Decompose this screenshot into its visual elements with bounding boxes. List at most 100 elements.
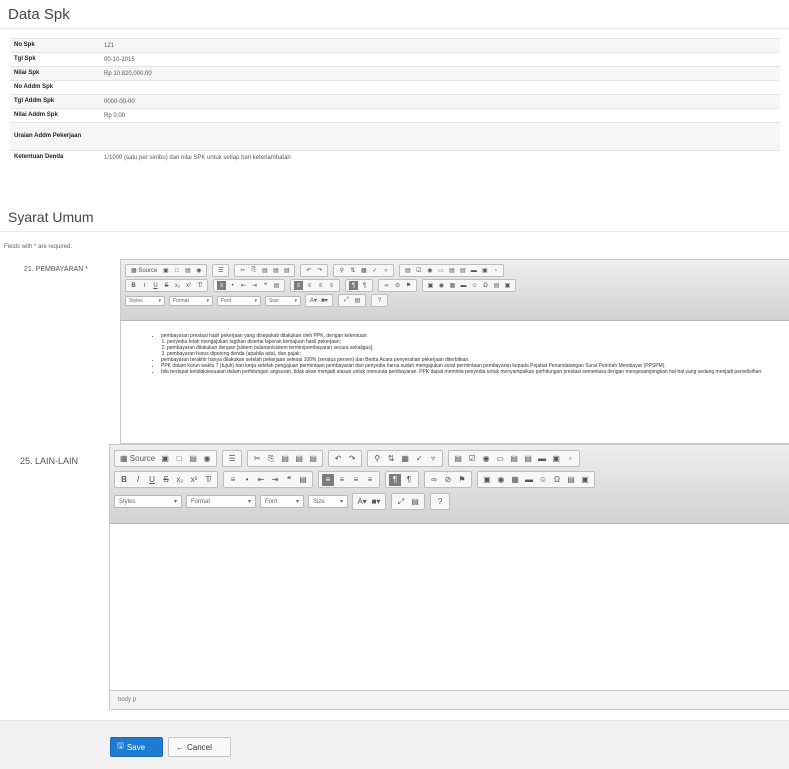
align-center-icon[interactable]: ≡ xyxy=(305,281,314,290)
editor-content-lain-lain[interactable] xyxy=(110,524,789,690)
outdent-icon[interactable]: ⇤ xyxy=(255,474,267,486)
templates-icon[interactable]: ☰ xyxy=(216,266,225,275)
paste-icon[interactable]: ▤ xyxy=(279,453,291,465)
textfield-icon[interactable]: ▭ xyxy=(436,266,445,275)
blockquote-icon[interactable]: ❝ xyxy=(261,281,270,290)
align-left-icon[interactable]: ≡ xyxy=(294,281,303,290)
source-button[interactable]: ▦ Source xyxy=(118,453,157,465)
editor-pembayaran[interactable]: ▦ Source ▣ □ ▤ ◉ ☰ ✂ ⎘ ▤ ▤ ▤ ↶ ↷ ⚲ ⇅ ▦ ✓ ▿ ▤ ☑ ◉ ▭ ▤ ▤ ▬ ▣ ▫ … xyxy=(120,259,789,444)
smiley-icon[interactable]: ☺ xyxy=(537,474,549,486)
align-right-icon[interactable]: ≡ xyxy=(350,474,362,486)
preview-icon[interactable]: ▤ xyxy=(183,266,192,275)
help-icon[interactable]: ? xyxy=(434,496,446,508)
undo-icon[interactable]: ↶ xyxy=(304,266,313,275)
smiley-icon[interactable]: ☺ xyxy=(470,281,479,290)
checkbox-icon[interactable]: ☑ xyxy=(466,453,478,465)
bg-color-icon[interactable]: ■▾ xyxy=(320,296,329,305)
replace-icon[interactable]: ⇅ xyxy=(348,266,357,275)
new-page-icon[interactable]: □ xyxy=(172,266,181,275)
bold-icon[interactable]: B xyxy=(129,281,138,290)
spellcheck-icon[interactable]: ✓ xyxy=(370,266,379,275)
save-icon[interactable]: ▣ xyxy=(159,453,171,465)
image-icon[interactable]: ▣ xyxy=(481,474,493,486)
image-button-icon[interactable]: ▣ xyxy=(480,266,489,275)
paste-icon[interactable]: ▤ xyxy=(260,266,269,275)
page-break-icon[interactable]: ▤ xyxy=(492,281,501,290)
radio-icon[interactable]: ◉ xyxy=(480,453,492,465)
text-color-icon[interactable]: A▾ xyxy=(309,296,318,305)
size-combo[interactable]: Size ▾ xyxy=(265,295,301,306)
copy-icon[interactable]: ⎘ xyxy=(265,453,277,465)
source-button[interactable]: ▦ Source xyxy=(129,266,159,275)
select-icon[interactable]: ▤ xyxy=(458,266,467,275)
save-icon[interactable]: ▣ xyxy=(161,266,170,275)
hidden-field-icon[interactable]: ▫ xyxy=(491,266,500,275)
strike-icon[interactable]: S xyxy=(162,281,171,290)
paste-text-icon[interactable]: ▤ xyxy=(271,266,280,275)
anchor-icon[interactable]: ⚑ xyxy=(456,474,468,486)
button-icon[interactable]: ▬ xyxy=(536,453,548,465)
blockquote-icon[interactable]: ❝ xyxy=(283,474,295,486)
new-page-icon[interactable]: □ xyxy=(173,453,185,465)
find-icon[interactable]: ⚲ xyxy=(337,266,346,275)
spellcheck-dropdown-icon[interactable]: ▿ xyxy=(381,266,390,275)
save-button[interactable]: 🖫 Save xyxy=(110,737,163,757)
templates-icon[interactable]: ☰ xyxy=(226,453,238,465)
help-icon[interactable]: ? xyxy=(375,296,384,305)
cut-icon[interactable]: ✂ xyxy=(251,453,263,465)
textarea-icon[interactable]: ▤ xyxy=(508,453,520,465)
font-combo[interactable]: Font ▾ xyxy=(217,295,261,306)
spellcheck-dropdown-icon[interactable]: ▿ xyxy=(427,453,439,465)
div-icon[interactable]: ▤ xyxy=(297,474,309,486)
hidden-field-icon[interactable]: ▫ xyxy=(564,453,576,465)
numbered-list-icon[interactable]: ≡ xyxy=(227,474,239,486)
button-icon[interactable]: ▬ xyxy=(469,266,478,275)
checkbox-icon[interactable]: ☑ xyxy=(414,266,423,275)
form-icon[interactable]: ▤ xyxy=(403,266,412,275)
special-char-icon[interactable]: Ω xyxy=(551,474,563,486)
subscript-icon[interactable]: x₂ xyxy=(174,474,186,486)
indent-icon[interactable]: ⇥ xyxy=(250,281,259,290)
ltr-icon[interactable]: ¶ xyxy=(349,281,358,290)
paste-text-icon[interactable]: ▤ xyxy=(293,453,305,465)
link-icon[interactable]: ∞ xyxy=(428,474,440,486)
table-icon[interactable]: ▦ xyxy=(509,474,521,486)
rtl-icon[interactable]: ¶ xyxy=(360,281,369,290)
ltr-icon[interactable]: ¶ xyxy=(389,473,401,486)
element-path[interactable]: body p xyxy=(110,690,789,709)
select-all-icon[interactable]: ▦ xyxy=(359,266,368,275)
numbered-list-icon[interactable]: ≡ xyxy=(217,281,226,290)
underline-icon[interactable]: U xyxy=(151,281,160,290)
editor-content-pembayaran[interactable]: pembayaran prestasi hasil pekerjaan yang… xyxy=(151,333,780,375)
page-break-icon[interactable]: ▤ xyxy=(565,474,577,486)
italic-icon[interactable]: I xyxy=(140,281,149,290)
flash-icon[interactable]: ◉ xyxy=(437,281,446,290)
underline-icon[interactable]: U xyxy=(146,474,158,486)
radio-icon[interactable]: ◉ xyxy=(425,266,434,275)
subscript-icon[interactable]: x₂ xyxy=(173,281,182,290)
print-icon[interactable]: ◉ xyxy=(201,453,213,465)
table-icon[interactable]: ▦ xyxy=(448,281,457,290)
superscript-icon[interactable]: x² xyxy=(184,281,193,290)
bulleted-list-icon[interactable]: • xyxy=(241,474,253,486)
textarea-icon[interactable]: ▤ xyxy=(447,266,456,275)
styles-combo[interactable]: Styles ▾ xyxy=(114,495,182,508)
strike-icon[interactable]: S xyxy=(160,474,172,486)
rtl-icon[interactable]: ¶ xyxy=(403,474,415,486)
show-blocks-icon[interactable]: ▤ xyxy=(409,496,421,508)
print-icon[interactable]: ◉ xyxy=(194,266,203,275)
horizontal-line-icon[interactable]: ▬ xyxy=(523,474,535,486)
show-blocks-icon[interactable]: ▤ xyxy=(353,296,362,305)
styles-combo[interactable]: Styles ▾ xyxy=(125,295,165,306)
iframe-icon[interactable]: ▣ xyxy=(579,474,591,486)
indent-icon[interactable]: ⇥ xyxy=(269,474,281,486)
div-icon[interactable]: ▤ xyxy=(272,281,281,290)
editor-lain-lain[interactable]: ▦ Source ▣ □ ▤ ◉ ☰ ✂ ⎘ ▤ ▤ ▤ ↶ ↷ ⚲ ⇅ ▦ ✓ ▿ ▤ ☑ ◉ ▭ ▤ ▤ ▬ ▣ ▫ … xyxy=(109,444,789,710)
cut-icon[interactable]: ✂ xyxy=(238,266,247,275)
image-button-icon[interactable]: ▣ xyxy=(550,453,562,465)
italic-icon[interactable]: I xyxy=(132,474,144,486)
format-combo[interactable]: Format ▾ xyxy=(169,295,213,306)
unlink-icon[interactable]: ⊘ xyxy=(442,474,454,486)
textfield-icon[interactable]: ▭ xyxy=(494,453,506,465)
maximize-icon[interactable]: ⤢ xyxy=(395,496,407,508)
